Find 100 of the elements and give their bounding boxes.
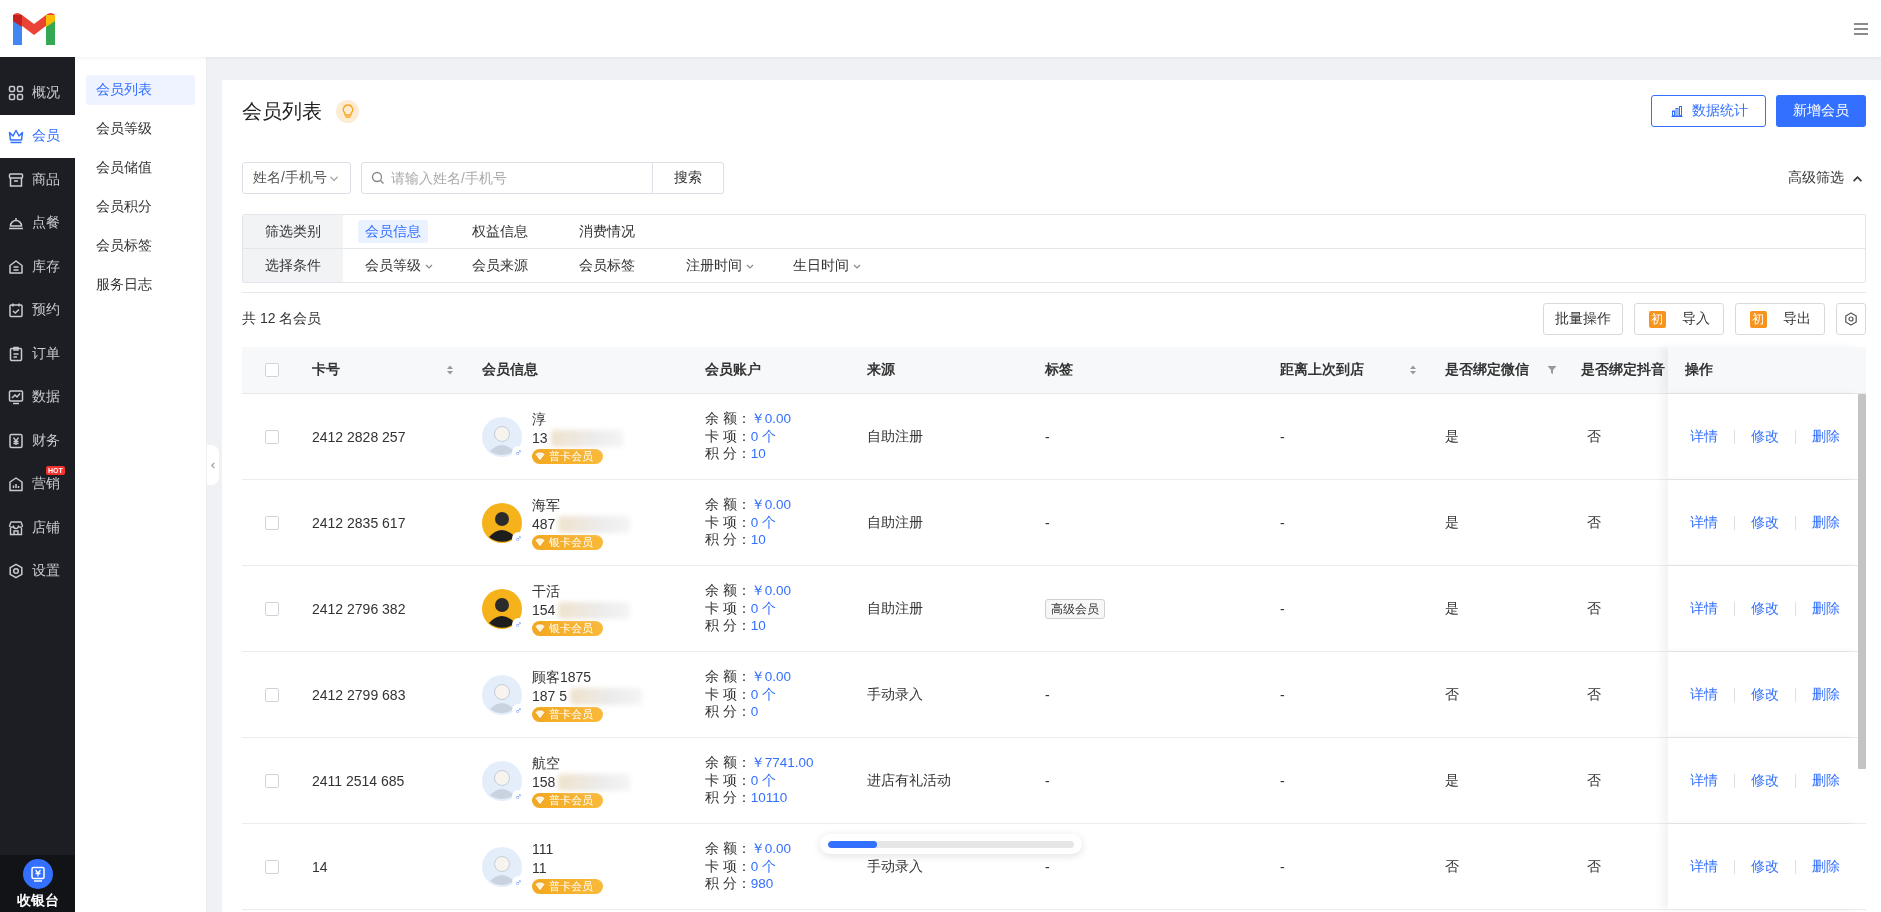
member-phone: 158	[532, 772, 556, 792]
search-button[interactable]: 搜索	[653, 162, 724, 194]
action-link[interactable]: 修改	[1751, 513, 1779, 532]
action-link[interactable]: 删除	[1812, 427, 1840, 446]
filter-dropdown[interactable]: 注册时间	[679, 254, 762, 277]
table-cell: 否	[1587, 771, 1601, 790]
submenu-item[interactable]: 会员标签	[86, 231, 195, 261]
table-cell: 2411 2514 685	[312, 772, 405, 789]
action-link[interactable]: 详情	[1690, 427, 1718, 446]
level-badge: 银卡会员	[532, 620, 603, 636]
field-value: 0 个	[750, 772, 777, 788]
action-link[interactable]: 删除	[1812, 771, 1840, 790]
toolbar-button[interactable]: 初 导出	[1735, 303, 1825, 335]
select-all-checkbox[interactable]	[265, 363, 279, 377]
submenu-item[interactable]: 服务日志	[86, 270, 195, 300]
filter-option[interactable]: 会员标签	[572, 254, 642, 277]
row-checkbox[interactable]	[265, 515, 279, 530]
scrollbar[interactable]	[1858, 394, 1866, 769]
nav-item[interactable]: 财务	[0, 419, 75, 463]
action-link[interactable]: 详情	[1690, 771, 1718, 790]
advanced-filter-toggle[interactable]: 高级筛选	[1788, 169, 1864, 187]
nav-item[interactable]: 数据	[0, 375, 75, 419]
action-link[interactable]: 修改	[1751, 427, 1779, 446]
batch-button[interactable]: 批量操作	[1543, 303, 1623, 335]
field-label: 余 额：	[705, 669, 751, 685]
submenu-item[interactable]: 会员列表	[86, 75, 195, 105]
row-checkbox[interactable]	[265, 429, 279, 444]
nav-item[interactable]: 概况	[0, 71, 75, 115]
action-link[interactable]: 修改	[1751, 685, 1779, 704]
level-badge: 普卡会员	[532, 878, 603, 894]
action-link[interactable]: 删除	[1812, 513, 1840, 532]
row-checkbox[interactable]	[265, 687, 279, 702]
member-name: 111	[532, 839, 555, 859]
action-link[interactable]: 删除	[1812, 685, 1840, 704]
filter-tab[interactable]: 权益信息	[465, 220, 535, 243]
filter-option[interactable]: 会员来源	[465, 254, 535, 277]
nav-item[interactable]: 库存	[0, 245, 75, 289]
stats-button[interactable]: 数据统计	[1651, 95, 1766, 127]
member-phone: 154	[532, 600, 556, 620]
action-link[interactable]: 详情	[1690, 857, 1718, 876]
table-cell: 否	[1587, 685, 1601, 704]
action-link[interactable]: 修改	[1751, 857, 1779, 876]
menu-icon	[1853, 21, 1869, 36]
avatar-icon	[482, 674, 522, 715]
lightbulb-icon[interactable]	[336, 99, 359, 123]
filter-dropdown[interactable]: 生日时间	[786, 254, 869, 277]
field-label: 积 分：	[705, 876, 751, 892]
table-cell: 自助注册	[867, 513, 923, 532]
toolbar-button[interactable]: 初 导入	[1634, 303, 1724, 335]
table-cell: -	[1280, 600, 1285, 617]
action-link[interactable]: 修改	[1751, 771, 1779, 790]
action-link[interactable]: 详情	[1690, 513, 1718, 532]
filter-tab[interactable]: 会员信息	[358, 220, 428, 243]
member-name: 干活	[532, 581, 561, 601]
row-checkbox[interactable]	[265, 601, 279, 616]
field-value: ￥0.00	[750, 841, 792, 857]
table-cell: 2412 2796 382	[312, 600, 406, 617]
action-link[interactable]: 详情	[1690, 599, 1718, 618]
action-link[interactable]: 删除	[1812, 857, 1840, 876]
field-value: 980	[750, 876, 774, 892]
nav-item[interactable]: 订单	[0, 332, 75, 376]
nav-item[interactable]: 商品	[0, 158, 75, 202]
submenu-item[interactable]: 会员积分	[86, 192, 195, 222]
field-value: ￥0.00	[750, 669, 792, 685]
add-member-button[interactable]: 新增会员	[1776, 95, 1866, 127]
submenu-item[interactable]: 会员储值	[86, 153, 195, 183]
field-label: 积 分：	[705, 618, 751, 634]
field-label: 余 额：	[705, 497, 751, 513]
filter-dropdown[interactable]: 会员等级	[358, 254, 441, 277]
submenu-item[interactable]: 会员等级	[86, 114, 195, 144]
row-checkbox[interactable]	[265, 859, 279, 874]
table-cell: 进店有礼活动	[867, 771, 951, 790]
member-phone: 487	[532, 514, 556, 534]
action-link[interactable]: 修改	[1751, 599, 1779, 618]
action-link[interactable]: 删除	[1812, 599, 1840, 618]
tag-icon: 初	[1749, 310, 1767, 328]
search-type-select[interactable]: 姓名/手机号	[242, 162, 351, 194]
field-value: 0 个	[750, 858, 777, 874]
member-phone: 11	[532, 858, 547, 878]
field-label: 积 分：	[705, 532, 751, 548]
nav-item[interactable]: 会员	[0, 114, 75, 158]
column-header[interactable]: 距离上次到店	[1280, 361, 1364, 379]
table-cell: -	[1045, 772, 1050, 789]
row-checkbox[interactable]	[265, 773, 279, 788]
filter-tab[interactable]: 消费情况	[572, 220, 642, 243]
search-field[interactable]: 请输入姓名/手机号	[361, 162, 653, 194]
member-name: 淳	[532, 409, 547, 429]
settings-button[interactable]	[1836, 303, 1866, 335]
column-header: 会员账户	[705, 361, 761, 379]
field-label: 卡 项：	[705, 514, 751, 530]
nav-item[interactable]: 店铺	[0, 506, 75, 550]
nav-item[interactable]: 预约	[0, 288, 75, 332]
field-value: 0 个	[750, 686, 777, 702]
nav-item[interactable]: 设置	[0, 549, 75, 593]
table-cell: 是	[1445, 599, 1459, 618]
column-header[interactable]: 是否绑定微信	[1445, 361, 1529, 379]
collapse-handle[interactable]	[207, 445, 219, 485]
column-header[interactable]: 卡号	[312, 361, 340, 379]
action-link[interactable]: 详情	[1690, 685, 1718, 704]
nav-item[interactable]: 点餐	[0, 201, 75, 245]
